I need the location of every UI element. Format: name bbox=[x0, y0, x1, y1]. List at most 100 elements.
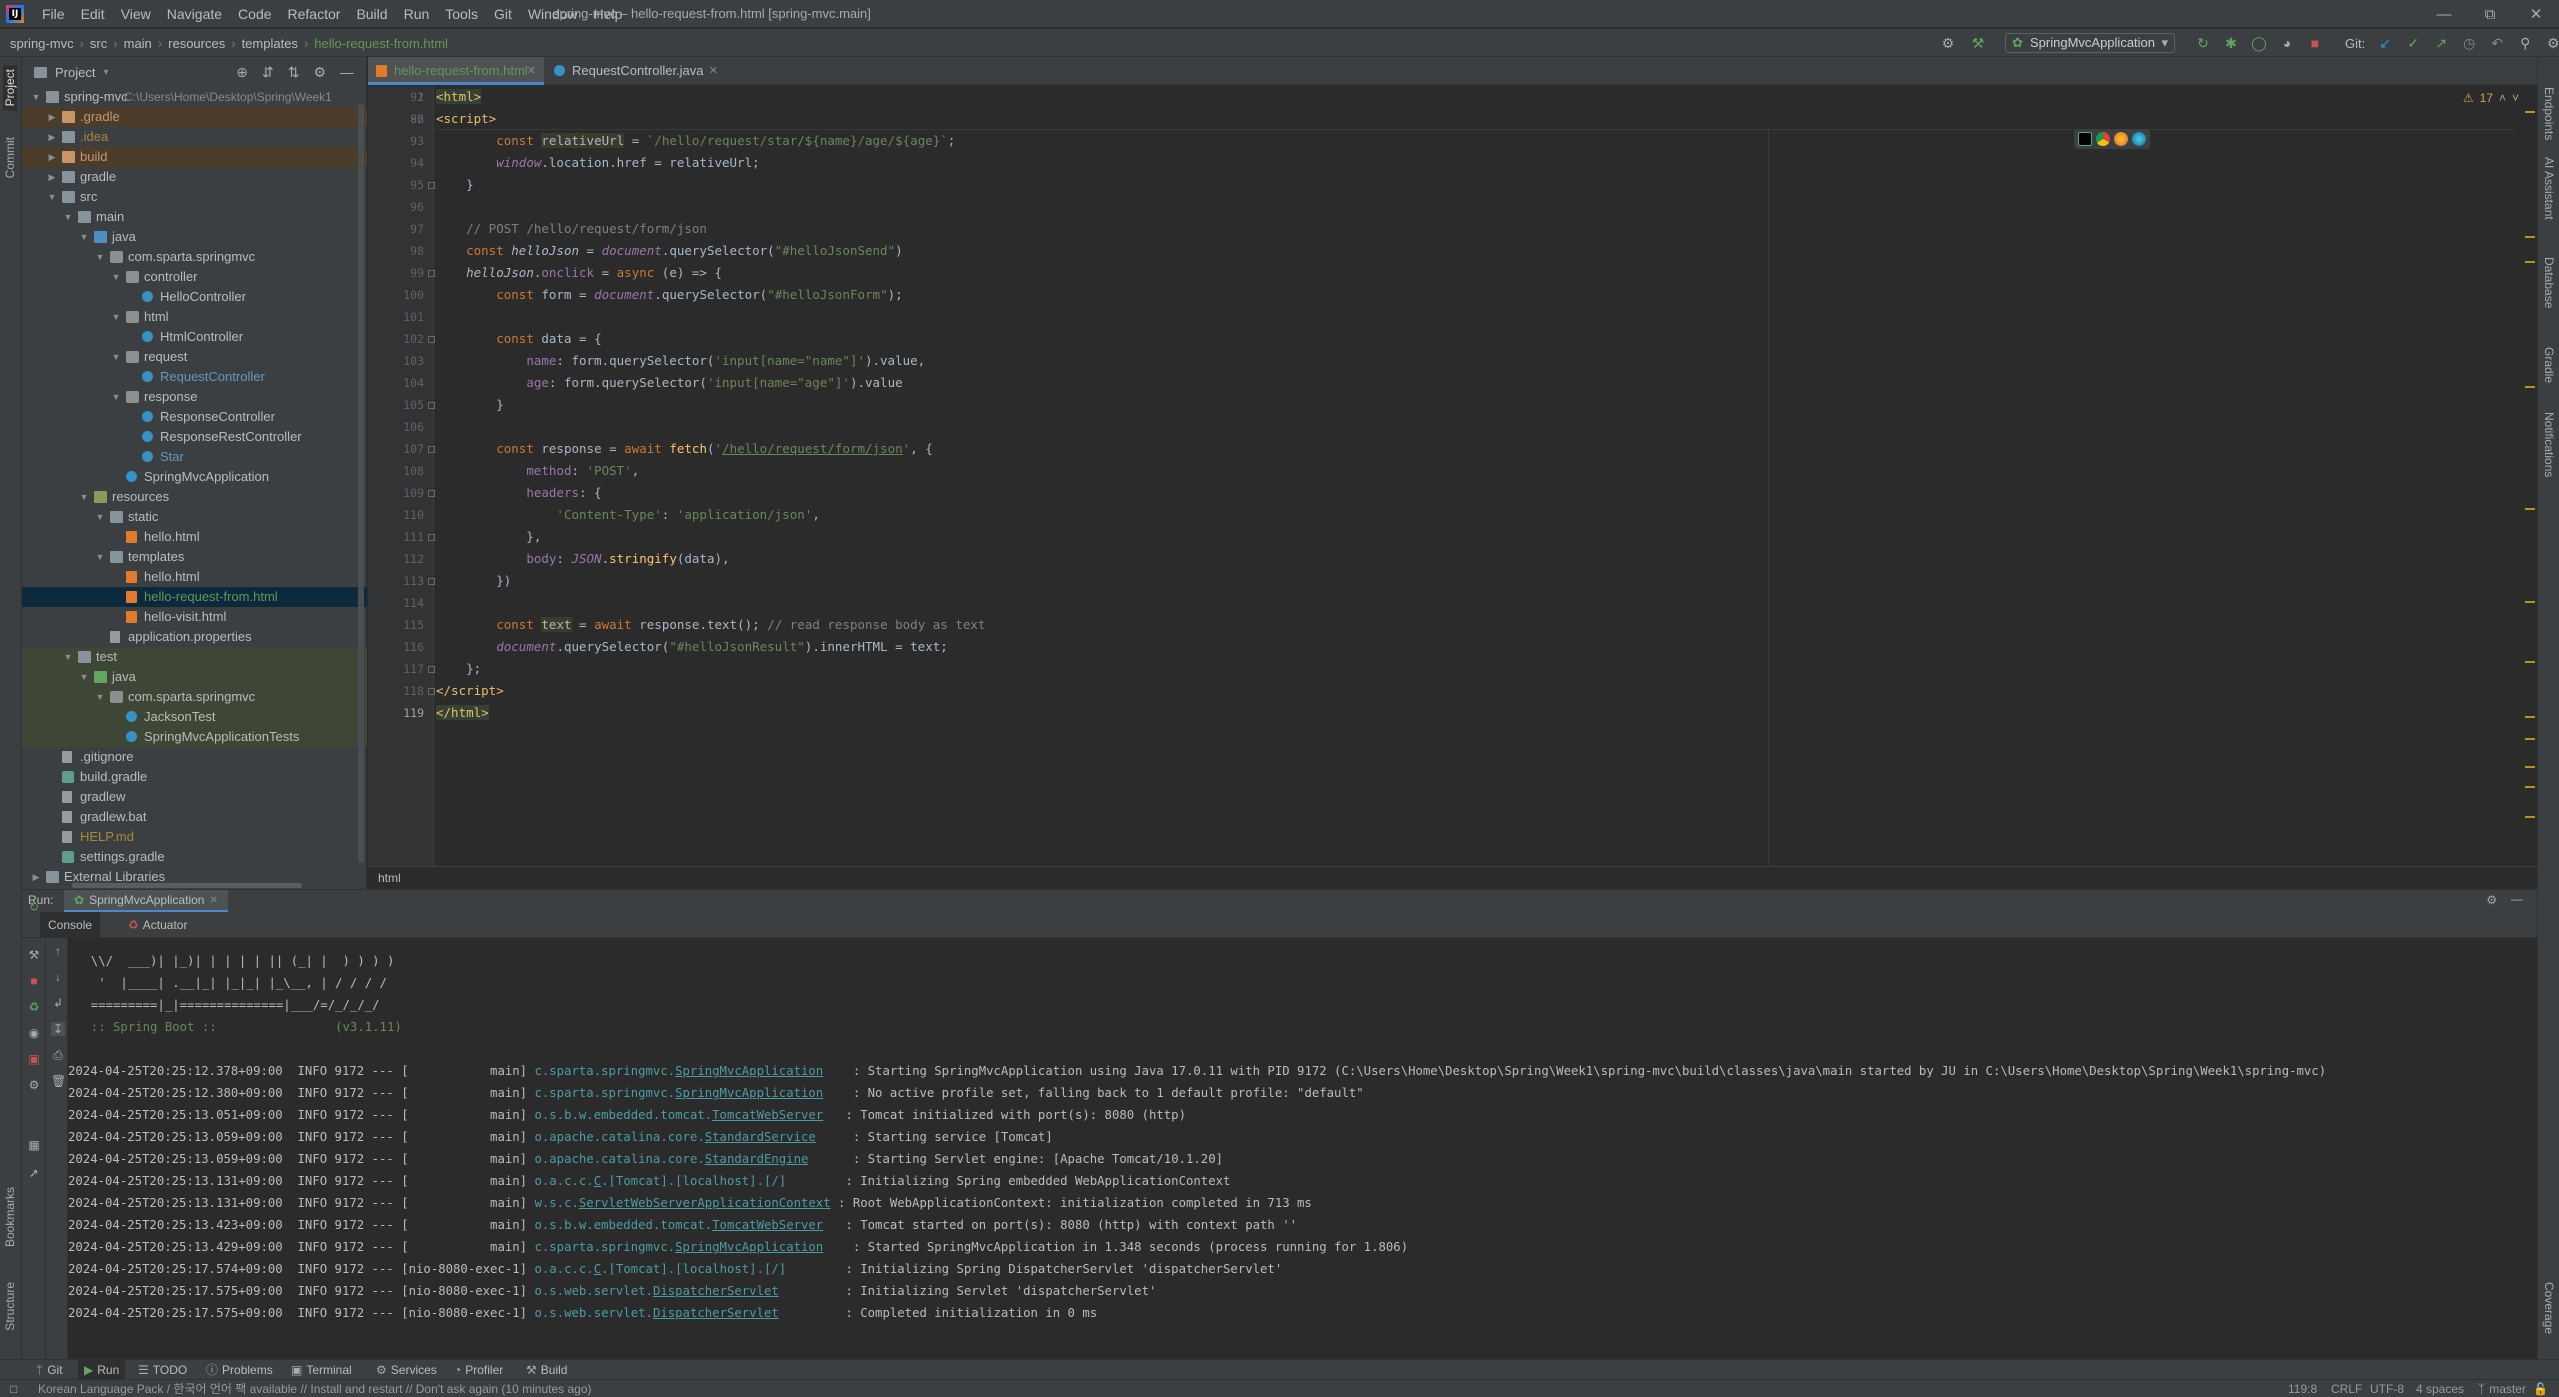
tree-item[interactable]: ▼ resources bbox=[22, 487, 367, 507]
warning-marker[interactable] bbox=[2525, 261, 2535, 263]
menu-edit[interactable]: Edit bbox=[81, 0, 105, 28]
tool-services[interactable]: ⚙ Services bbox=[370, 1360, 443, 1380]
fold-marker-icon[interactable] bbox=[428, 446, 435, 453]
scroll-up-icon[interactable]: ↑ bbox=[51, 944, 65, 958]
chevron-down-icon[interactable]: ˅ bbox=[2512, 91, 2519, 105]
options-gear-icon[interactable]: ⚙ bbox=[313, 64, 326, 81]
settings-gear-icon[interactable]: ⚙ bbox=[2545, 35, 2559, 51]
tree-item[interactable]: hello.html bbox=[22, 527, 367, 547]
tab-console[interactable]: Console bbox=[40, 912, 101, 938]
tree-item[interactable]: ▼ test bbox=[22, 647, 367, 667]
tree-item[interactable]: ▼ request bbox=[22, 347, 367, 367]
run-settings-gear-icon[interactable]: ⚙ bbox=[2486, 893, 2497, 907]
close-tab-icon[interactable]: ✕ bbox=[709, 57, 718, 85]
warning-marker[interactable] bbox=[2525, 601, 2535, 603]
log-class-link[interactable]: C bbox=[594, 1262, 601, 1276]
chevron-right-icon[interactable]: ▶ bbox=[46, 107, 58, 127]
line-separator[interactable]: CRLF bbox=[2331, 1380, 2362, 1397]
tree-item[interactable]: hello-visit.html bbox=[22, 607, 367, 627]
stripe-gradle[interactable]: Gradle bbox=[2542, 347, 2556, 383]
chevron-right-icon[interactable]: ▶ bbox=[46, 147, 58, 167]
expand-all-icon[interactable]: ⇵ bbox=[262, 64, 274, 81]
user-icon[interactable]: ⚙ bbox=[1940, 35, 1956, 51]
rerun-icon[interactable]: ↻ bbox=[27, 900, 41, 914]
code-line[interactable]: headers: { bbox=[436, 482, 601, 504]
chevron-down-icon[interactable]: ▼ bbox=[78, 227, 90, 247]
breadcrumb-item[interactable]: templates bbox=[242, 36, 298, 51]
debug-icon[interactable]: ⚙ bbox=[27, 1078, 41, 1092]
tree-item[interactable]: Star bbox=[22, 447, 367, 467]
fold-marker-icon[interactable] bbox=[428, 182, 435, 189]
search-everywhere-icon[interactable]: ⚲ bbox=[2517, 35, 2533, 51]
tree-item[interactable]: settings.gradle bbox=[22, 847, 367, 867]
line-number-gutter[interactable]: 91 92 93 94 95 96 97 98 99 100 101 102 103 104 105 106 1… bbox=[368, 86, 435, 866]
code-line[interactable]: const relativeUrl = `/hello/request/star… bbox=[436, 130, 955, 152]
code-line[interactable]: document.querySelector("#helloJsonResult… bbox=[436, 636, 948, 658]
debug-icon[interactable]: ✱ bbox=[2223, 35, 2239, 51]
tree-item[interactable]: .gitignore bbox=[22, 747, 367, 767]
edge-icon[interactable] bbox=[2132, 132, 2146, 146]
fold-marker-icon[interactable] bbox=[428, 688, 435, 695]
tree-item[interactable]: HelloController bbox=[22, 287, 367, 307]
tree-item[interactable]: ▶ .idea bbox=[22, 127, 367, 147]
chevron-right-icon[interactable]: ▶ bbox=[46, 167, 58, 187]
close-tab-icon[interactable]: ✕ bbox=[209, 895, 217, 906]
clear-console-icon[interactable]: 🗑 bbox=[51, 1074, 66, 1088]
chevron-down-icon[interactable]: ▼ bbox=[110, 347, 122, 367]
warning-marker[interactable] bbox=[2525, 766, 2535, 768]
tree-item[interactable]: ▼ src bbox=[22, 187, 367, 207]
stripe-notifications[interactable]: Notifications bbox=[2542, 412, 2556, 477]
stripe-endpoints[interactable]: Endpoints bbox=[2542, 87, 2556, 140]
print-icon[interactable]: ⎙ bbox=[51, 1048, 65, 1062]
log-class-link[interactable]: SpringMvcApplication bbox=[675, 1064, 823, 1078]
minimize-icon[interactable]: — bbox=[2421, 0, 2467, 28]
tool-build[interactable]: ⚒ Build bbox=[520, 1360, 573, 1380]
fold-marker-icon[interactable] bbox=[428, 666, 435, 673]
code-line[interactable]: </script> bbox=[436, 680, 504, 702]
menu-code[interactable]: Code bbox=[238, 0, 271, 28]
status-message[interactable]: Korean Language Pack / 한국어 언어 팩 availabl… bbox=[38, 1380, 591, 1397]
log-class-link[interactable]: C bbox=[594, 1174, 601, 1188]
menu-navigate[interactable]: Navigate bbox=[167, 0, 222, 28]
tree-item[interactable]: ▼ java bbox=[22, 227, 367, 247]
chevron-down-icon[interactable]: ▼ bbox=[62, 647, 74, 667]
tree-item[interactable]: ▼ main bbox=[22, 207, 367, 227]
menu-run[interactable]: Run bbox=[404, 0, 430, 28]
stop-icon[interactable]: ■ bbox=[27, 974, 41, 988]
chevron-down-icon[interactable]: ▼ bbox=[110, 307, 122, 327]
tool-todo[interactable]: ☰ TODO bbox=[132, 1360, 193, 1380]
scroll-down-icon[interactable]: ↓ bbox=[51, 970, 65, 984]
code-line[interactable]: 'Content-Type': 'application/json', bbox=[436, 504, 819, 526]
stripe-ai-assistant[interactable]: AI Assistant bbox=[2542, 157, 2556, 220]
exit-icon[interactable]: ▣ bbox=[27, 1052, 41, 1066]
tree-item[interactable]: ▶ .gradle bbox=[22, 107, 367, 127]
tree-item[interactable]: hello.html bbox=[22, 567, 367, 587]
layout-icon[interactable]: ▦ bbox=[27, 1138, 41, 1152]
code-line[interactable]: helloJson.onclick = async (e) => { bbox=[436, 262, 722, 284]
tree-item[interactable]: ▼ html bbox=[22, 307, 367, 327]
code-line[interactable]: } bbox=[436, 174, 474, 196]
menu-file[interactable]: File bbox=[42, 0, 65, 28]
breadcrumb-item[interactable]: src bbox=[90, 36, 107, 51]
tree-item[interactable]: build.gradle bbox=[22, 767, 367, 787]
warning-marker[interactable] bbox=[2525, 738, 2535, 740]
tool-profiler[interactable]: ◔ Profiler bbox=[448, 1360, 509, 1380]
restore-icon[interactable]: ⧉ bbox=[2467, 0, 2513, 28]
pin-icon[interactable]: ➚ bbox=[27, 1166, 41, 1180]
tree-item[interactable]: HtmlController bbox=[22, 327, 367, 347]
chevron-down-icon[interactable]: ▼ bbox=[94, 507, 106, 527]
code-line[interactable]: }) bbox=[436, 570, 511, 592]
code-line[interactable]: method: 'POST', bbox=[436, 460, 639, 482]
fold-marker-icon[interactable] bbox=[428, 270, 435, 277]
git-push-icon[interactable]: ↗ bbox=[2433, 35, 2449, 51]
breadcrumb-item[interactable]: resources bbox=[168, 36, 225, 51]
soft-wrap-icon[interactable]: ↲ bbox=[51, 996, 65, 1010]
log-class-link[interactable]: StandardEngine bbox=[705, 1152, 809, 1166]
tab-request-controller[interactable]: RequestController.java ✕ bbox=[546, 57, 726, 85]
stop-icon[interactable]: ■ bbox=[2307, 35, 2323, 51]
hide-panel-icon[interactable]: — bbox=[340, 64, 354, 80]
code-area[interactable]: const name = form.querySelector('input[n… bbox=[436, 86, 2516, 866]
code-line[interactable]: const text = await response.text(); // r… bbox=[436, 614, 985, 636]
code-line[interactable]: const response = await fetch('/hello/req… bbox=[436, 438, 933, 460]
indent-setting[interactable]: 4 spaces bbox=[2416, 1380, 2464, 1397]
